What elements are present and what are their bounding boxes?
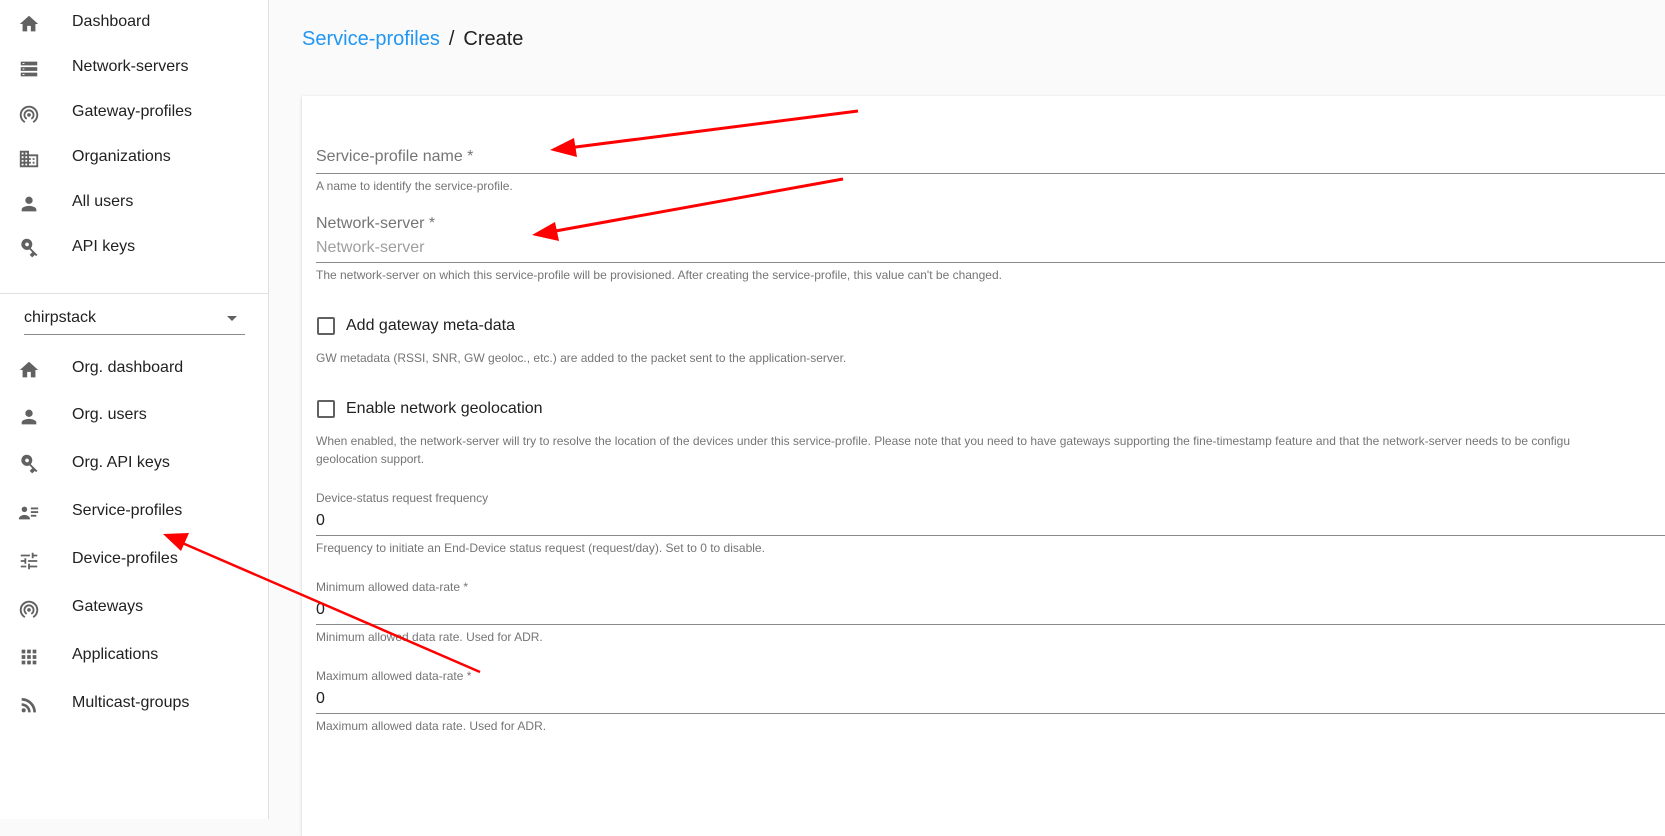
sidebar-item-label: Gateway-profiles [72, 103, 193, 120]
sidebar-item-org-dashboard[interactable]: Org. dashboard [0, 346, 268, 394]
sidebar-item-api-keys[interactable]: API keys [0, 225, 268, 273]
key-icon [17, 237, 41, 261]
sidebar-item-label: API keys [72, 238, 136, 255]
home-icon [17, 358, 41, 382]
breadcrumb-separator: / [448, 28, 455, 50]
page-title: Create [463, 28, 524, 50]
min-data-rate-label: Minimum allowed data-rate * [316, 580, 469, 594]
device-status-frequency-underline [316, 535, 1665, 536]
sidebar-item-label: Organizations [72, 148, 171, 165]
device-status-frequency-helper: Frequency to initiate an End-Device stat… [316, 541, 765, 555]
service-profile-name-helper: A name to identify the service-profile. [316, 179, 513, 193]
min-data-rate-input[interactable]: 0 [316, 598, 1665, 622]
sidebar-item-network-servers[interactable]: Network-servers [0, 45, 268, 93]
service-profile-name-label: Service-profile name * [316, 148, 474, 165]
sidebar-item-org-api-keys[interactable]: Org. API keys [0, 441, 268, 489]
sidebar-item-org-users[interactable]: Org. users [0, 393, 268, 441]
sidebar-item-service-profiles[interactable]: Service-profiles [0, 489, 268, 537]
network-server-underline [316, 262, 1665, 263]
min-data-rate-value: 0 [316, 601, 325, 618]
home-icon [17, 12, 41, 36]
network-geolocation-label[interactable]: Enable network geolocation [346, 400, 543, 418]
sidebar-item-label: Network-servers [72, 58, 189, 75]
sidebar-item-applications[interactable]: Applications [0, 633, 268, 681]
min-data-rate-helper: Minimum allowed data rate. Used for ADR. [316, 630, 543, 644]
sidebar-item-label: Dashboard [72, 13, 151, 30]
sidebar-item-organizations[interactable]: Organizations [0, 135, 268, 183]
network-server-helper: The network-server on which this service… [316, 268, 1002, 282]
sidebar-item-multicast-groups[interactable]: Multicast-groups [0, 681, 268, 729]
breadcrumb: Service-profiles / Create [302, 28, 523, 51]
device-status-frequency-label: Device-status request frequency [316, 491, 489, 505]
network-geolocation-helper-line2: geolocation support. [316, 452, 425, 466]
domain-icon [17, 147, 41, 171]
gateway-metadata-label[interactable]: Add gateway meta-data [346, 317, 515, 335]
max-data-rate-underline [316, 713, 1665, 714]
service-profile-name-underline [316, 173, 1665, 174]
sidebar-item-label: Org. dashboard [72, 359, 184, 376]
sidebar-item-label: Device-profiles [72, 550, 178, 567]
network-server-label: Network-server * [316, 215, 436, 232]
sidebar-item-gateways[interactable]: Gateways [0, 585, 268, 633]
network-server-select[interactable]: Network-server [316, 236, 1665, 260]
organization-select[interactable]: chirpstack [24, 300, 245, 335]
network-geolocation-checkbox[interactable] [317, 400, 335, 418]
max-data-rate-label: Maximum allowed data-rate * [316, 669, 472, 683]
breadcrumb-link-service-profiles[interactable]: Service-profiles [302, 28, 440, 50]
service-profile-form-card: Service-profile name * A name to identif… [302, 96, 1665, 836]
gateway-metadata-helper: GW metadata (RSSI, SNR, GW geoloc., etc.… [316, 351, 847, 365]
sidebar-item-label: Org. API keys [72, 454, 170, 471]
sidebar-item-label: Multicast-groups [72, 694, 190, 711]
device-status-frequency-input[interactable]: 0 [316, 509, 1665, 533]
max-data-rate-helper: Maximum allowed data rate. Used for ADR. [316, 719, 547, 733]
caret-down-icon [227, 316, 237, 321]
sidebar-item-gateway-profiles[interactable]: Gateway-profiles [0, 90, 268, 138]
device-status-frequency-value: 0 [316, 512, 325, 529]
sidebar-divider [0, 293, 268, 294]
sidebar-item-all-users[interactable]: All users [0, 180, 268, 228]
min-data-rate-underline [316, 624, 1665, 625]
service-profile-name-field[interactable]: Service-profile name * [316, 148, 1665, 170]
rss-icon [17, 693, 41, 717]
network-geolocation-helper: When enabled, the network-server will tr… [316, 434, 1571, 448]
sidebar: Dashboard Network-servers Gateway-profil… [0, 0, 269, 819]
sidebar-item-label: Org. users [72, 406, 147, 423]
account-details-icon [17, 501, 41, 525]
sidebar-item-device-profiles[interactable]: Device-profiles [0, 537, 268, 585]
sidebar-item-label: Service-profiles [72, 502, 183, 519]
wifi-tethering-icon [17, 597, 41, 621]
server-icon [17, 57, 41, 81]
sidebar-item-label: Gateways [72, 598, 144, 615]
sidebar-item-dashboard[interactable]: Dashboard [0, 0, 268, 48]
person-icon [17, 192, 41, 216]
sidebar-item-label: Applications [72, 646, 159, 663]
max-data-rate-input[interactable]: 0 [316, 687, 1665, 711]
sidebar-item-label: All users [72, 193, 134, 210]
apps-icon [17, 645, 41, 669]
organization-select-value: chirpstack [24, 309, 97, 326]
tune-icon [17, 549, 41, 573]
wifi-tethering-icon [17, 102, 41, 126]
network-server-placeholder: Network-server [316, 239, 425, 256]
person-icon [17, 405, 41, 429]
max-data-rate-value: 0 [316, 690, 325, 707]
gateway-metadata-checkbox[interactable] [317, 317, 335, 335]
key-icon [17, 453, 41, 477]
